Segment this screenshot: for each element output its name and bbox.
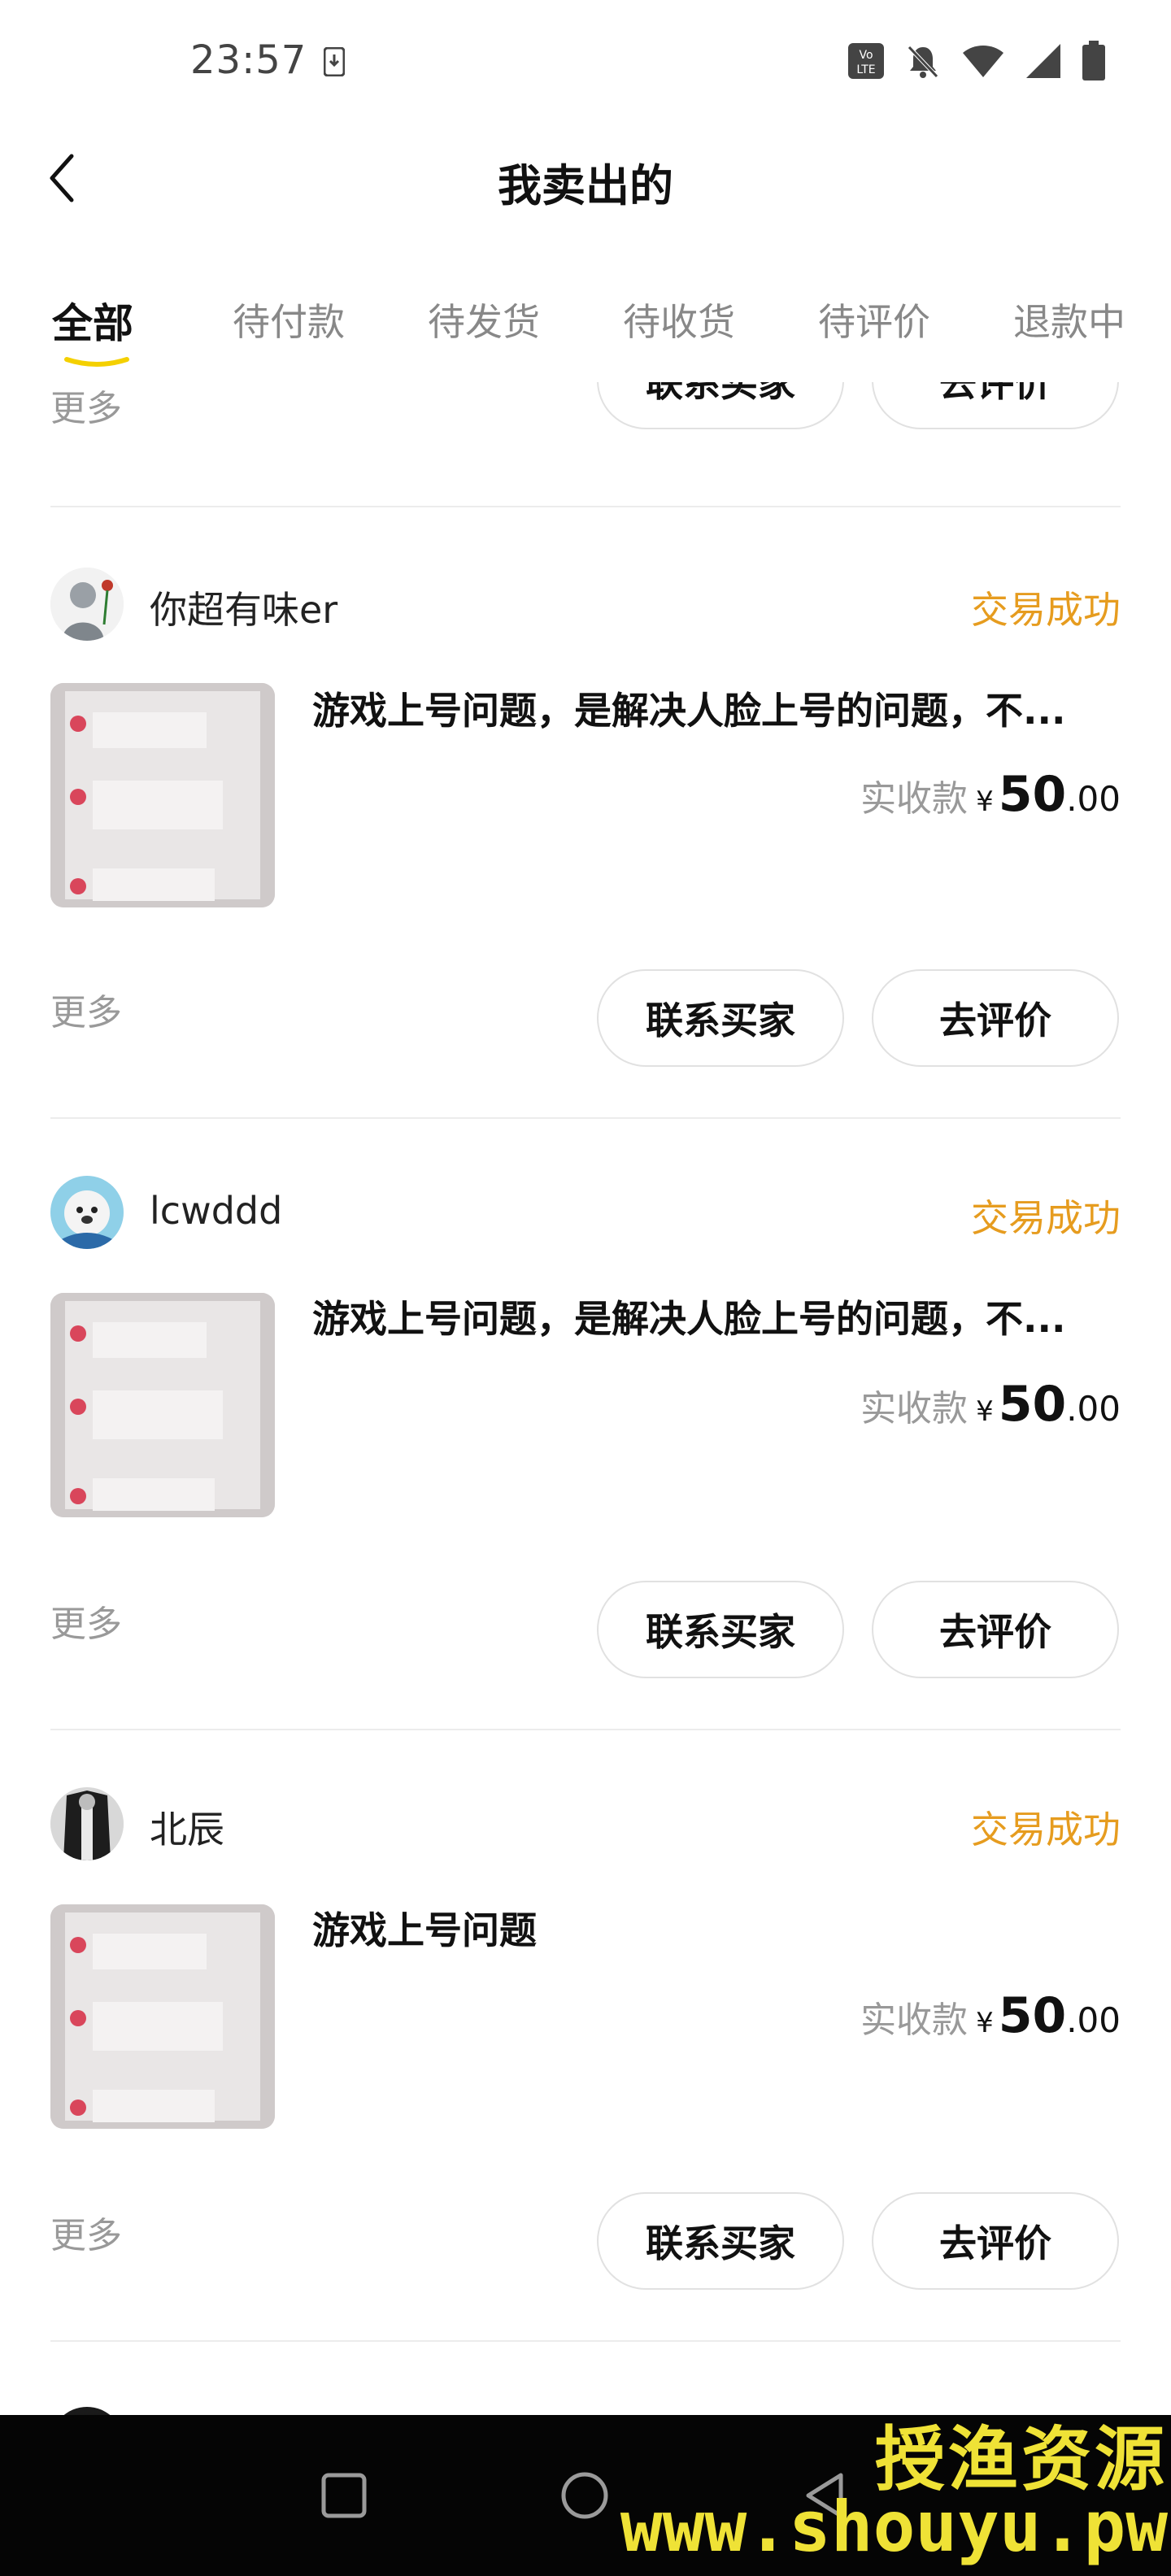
chat-screenshot-image-icon	[50, 1904, 275, 2129]
price-integer: 50	[998, 766, 1067, 823]
order-card[interactable]: lcwddd 交易成功 游戏上号问题，是解决人脸上号的问题，不... 实收款 ¥…	[0, 1119, 1171, 1730]
watermark-url: www.shouyu.pw	[620, 2487, 1168, 2568]
contact-buyer-button[interactable]: 联系买家	[597, 969, 844, 1067]
volte-icon: Vo LTE	[848, 43, 884, 79]
tab-pending-receipt[interactable]: 待收货	[623, 293, 735, 346]
currency-symbol: ¥	[976, 785, 994, 818]
more-link[interactable]: 更多	[50, 983, 122, 1035]
buyer-avatar[interactable]	[50, 568, 124, 641]
price-row: 实收款 ¥ 50 .00	[860, 766, 1121, 823]
buyer-name[interactable]: 你超有味er	[150, 581, 337, 634]
item-thumbnail[interactable]	[50, 1293, 275, 1517]
page-title: 我卖出的	[498, 160, 673, 211]
svg-text:Vo: Vo	[859, 49, 873, 62]
currency-symbol: ¥	[976, 2007, 994, 2039]
review-button[interactable]: 去评价	[872, 1581, 1119, 1678]
wifi-icon	[963, 46, 1003, 77]
price-label: 实收款	[860, 778, 969, 820]
currency-symbol: ¥	[976, 1395, 994, 1428]
more-link[interactable]: 更多	[50, 1595, 122, 1647]
tab-pending-review[interactable]: 待评价	[818, 293, 930, 346]
buyer-avatar[interactable]	[50, 1787, 124, 1860]
order-tabs: 全部 待付款 待发货 待收货 待评价 退款中	[0, 285, 1171, 382]
tab-all[interactable]: 全部	[52, 291, 133, 350]
buyer-name[interactable]: 北辰	[150, 1800, 224, 1854]
price-decimal: .00	[1066, 1389, 1121, 1429]
item-thumbnail[interactable]	[50, 1904, 275, 2129]
contact-buyer-button[interactable]: 联系买家	[597, 2192, 844, 2290]
tab-pending-payment[interactable]: 待付款	[233, 293, 345, 346]
review-button[interactable]: 去评价	[872, 382, 1119, 429]
buyer-avatar[interactable]	[50, 2407, 124, 2415]
avatar-dark-icon	[50, 2407, 124, 2415]
tab-refunding[interactable]: 退款中	[1013, 293, 1125, 346]
price-integer: 50	[998, 1376, 1067, 1433]
tab-pending-shipment[interactable]: 待发货	[428, 293, 540, 346]
more-link[interactable]: 更多	[50, 2206, 122, 2258]
more-link[interactable]: 更多	[50, 382, 122, 431]
item-title[interactable]: 游戏上号问题，是解决人脸上号的问题，不...	[312, 681, 1121, 735]
price-decimal: .00	[1066, 2000, 1121, 2040]
order-status: 交易成功	[971, 1808, 1121, 1852]
avatar-portrait-icon	[50, 1787, 124, 1860]
review-button[interactable]: 去评价	[872, 969, 1119, 1067]
avatar-image-icon	[50, 568, 124, 641]
price-row: 实收款 ¥ 50 .00	[860, 1376, 1121, 1433]
battery-icon	[1082, 41, 1105, 80]
status-icons: Vo LTE	[847, 41, 1106, 81]
svg-text:LTE: LTE	[856, 63, 875, 76]
silent-bell-icon	[908, 46, 938, 78]
item-thumbnail[interactable]	[50, 683, 275, 907]
recents-square-icon[interactable]	[317, 2469, 371, 2522]
order-status: 交易成功	[971, 588, 1121, 632]
order-list[interactable]: 更多 联系买家 去评价 你超有味er 交易成功 游戏上号问题，是解决人脸上号的问…	[0, 382, 1171, 2415]
order-card[interactable]: 北辰 交易成功 游戏上号问题 实收款 ¥ 50 .00 更多 联系买家 去评价	[0, 1730, 1171, 2342]
buyer-name[interactable]: lcwddd	[150, 1189, 282, 1233]
order-card[interactable]: 你超有味er 交易成功 游戏上号问题，是解决人脸上号的问题，不... 实收款 ¥…	[0, 507, 1171, 1119]
price-label: 实收款	[860, 1999, 969, 2041]
nav-header: 我卖出的	[0, 130, 1171, 228]
divider	[50, 2340, 1121, 2342]
item-title[interactable]: 游戏上号问题，是解决人脸上号的问题，不...	[312, 1290, 1121, 1343]
item-title[interactable]: 游戏上号问题	[312, 1901, 1121, 1955]
price-label: 实收款	[860, 1388, 969, 1429]
signal-icon	[1026, 44, 1060, 78]
download-notification-icon	[324, 47, 345, 76]
chat-screenshot-image-icon	[50, 683, 275, 907]
contact-buyer-button[interactable]: 联系买家	[597, 382, 844, 429]
chat-screenshot-image-icon	[50, 1293, 275, 1517]
home-circle-icon[interactable]	[558, 2469, 612, 2522]
buyer-avatar[interactable]	[50, 1176, 124, 1249]
price-integer: 50	[998, 1987, 1067, 2044]
price-decimal: .00	[1066, 779, 1121, 819]
order-status: 交易成功	[971, 1196, 1121, 1240]
status-bar: 23:57 Vo LTE	[0, 0, 1171, 122]
contact-buyer-button[interactable]: 联系买家	[597, 1581, 844, 1678]
price-row: 实收款 ¥ 50 .00	[860, 1987, 1121, 2044]
order-card-partial: 更多 联系买家 去评价	[0, 382, 1171, 507]
active-tab-indicator	[64, 357, 129, 367]
clock: 23:57	[190, 37, 307, 83]
review-button[interactable]: 去评价	[872, 2192, 1119, 2290]
avatar-seal-icon	[50, 1176, 124, 1249]
